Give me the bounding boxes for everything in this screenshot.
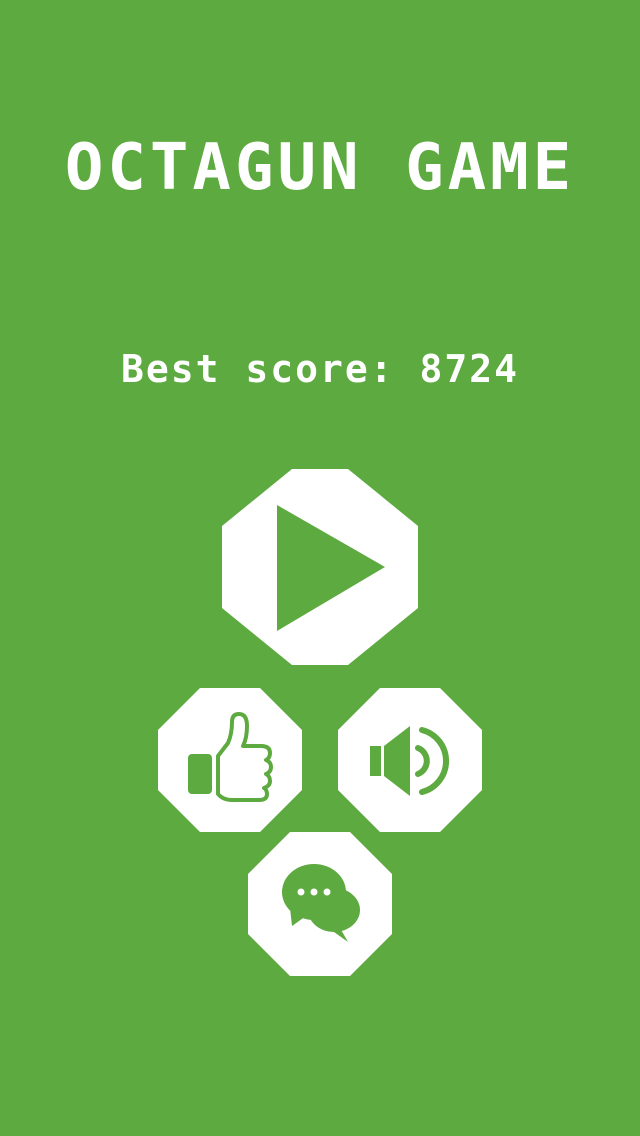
play-button[interactable] [222,469,418,665]
best-score: Best score: 8724 [120,347,520,391]
game-title: OCTAGUN GAME [64,131,576,205]
chat-button[interactable] [248,832,392,976]
sound-button[interactable] [338,688,482,832]
like-button[interactable] [158,688,302,832]
